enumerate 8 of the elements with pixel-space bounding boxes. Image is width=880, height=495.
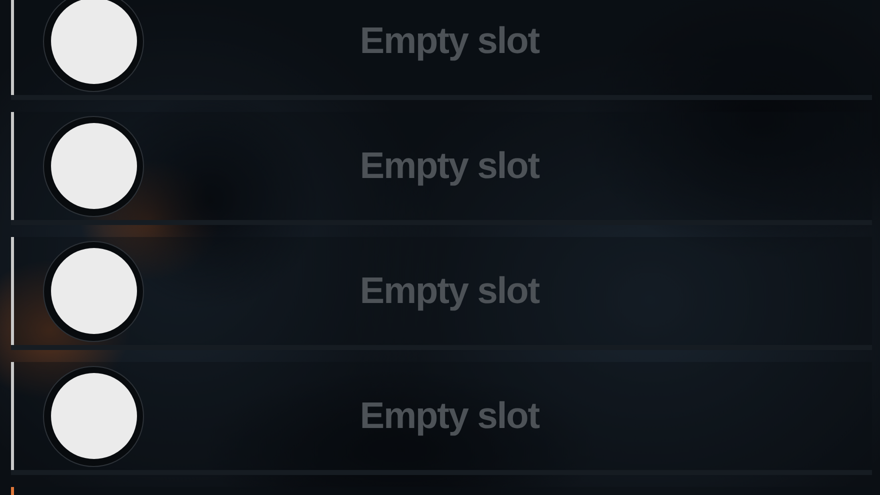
slot-row[interactable]: Empty slot xyxy=(11,0,872,100)
slot-row[interactable]: Empty slot xyxy=(11,362,872,475)
slot-label: Empty slot xyxy=(360,394,540,438)
slot-label: Empty slot xyxy=(360,19,540,64)
slot-label: Empty slot xyxy=(360,144,540,188)
slot-row[interactable]: Empty slot xyxy=(11,112,872,225)
slot-label: Empty slot xyxy=(360,269,540,314)
slot-row[interactable]: Empty slot xyxy=(11,237,872,350)
